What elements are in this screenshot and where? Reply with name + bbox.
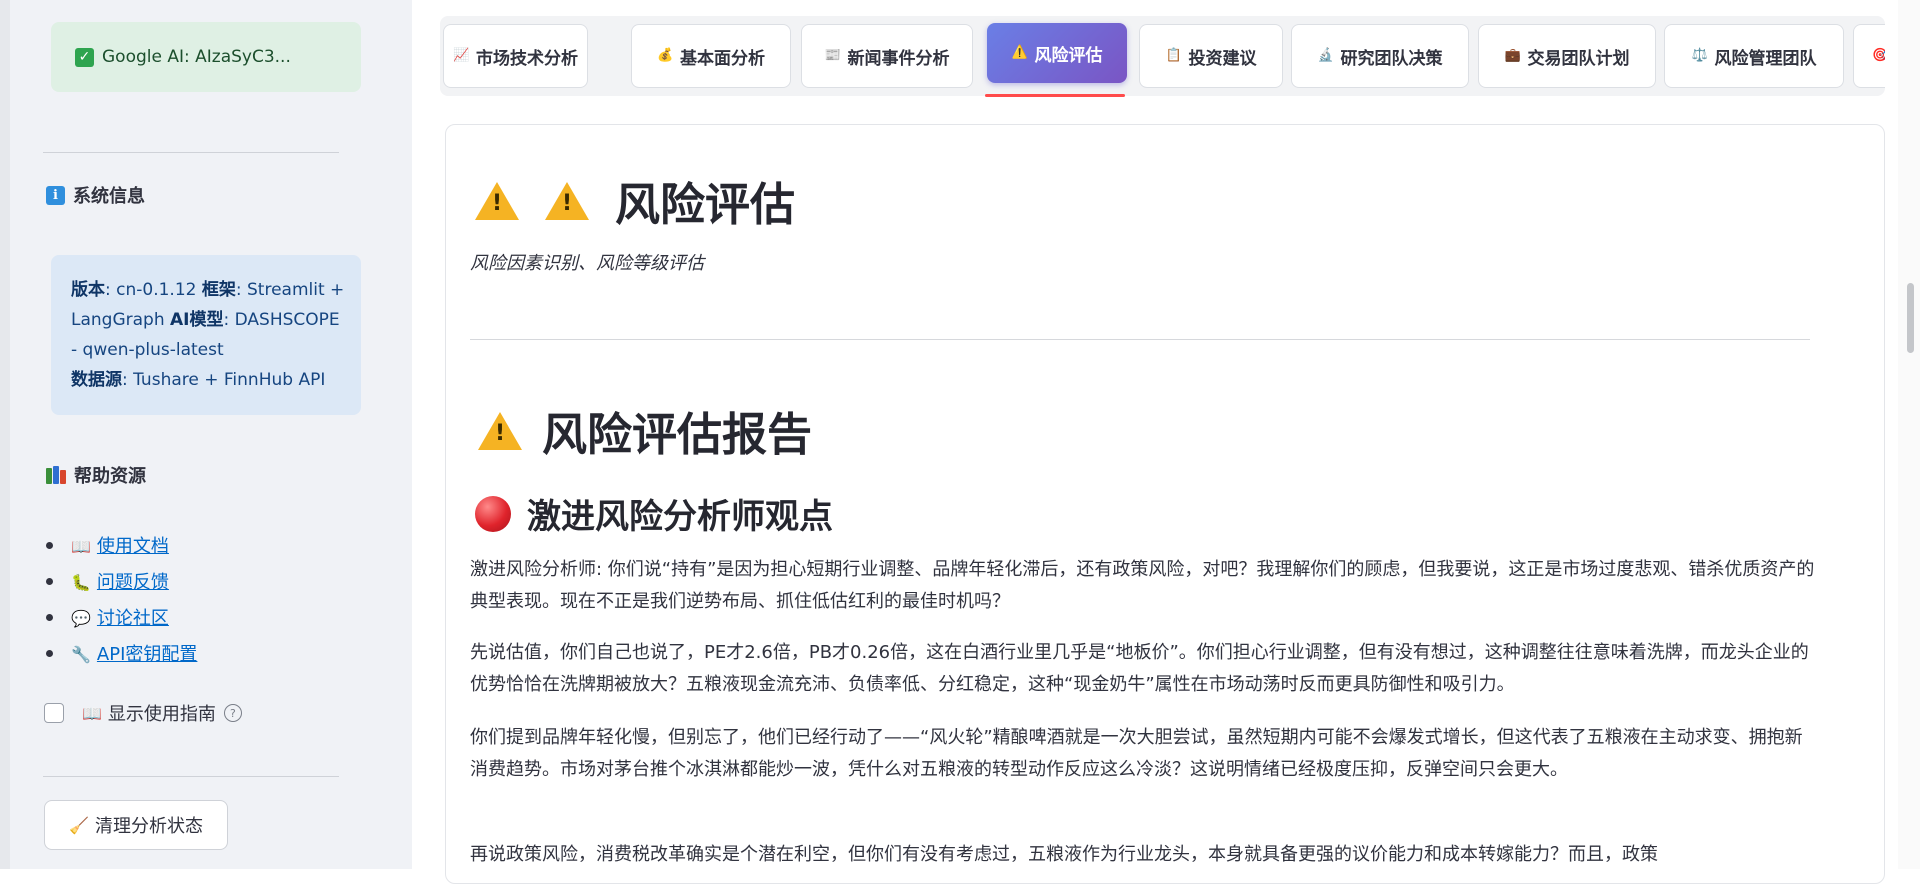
help-link-feedback[interactable]: 🐛 问题反馈 bbox=[71, 568, 169, 594]
version-value: : cn-0.1.12 bbox=[105, 280, 202, 300]
warning-icon bbox=[475, 181, 519, 220]
page-subtitle: 风险因素识别、风险等级评估 bbox=[470, 253, 704, 274]
bullet bbox=[46, 577, 53, 585]
show-guide-checkbox[interactable] bbox=[44, 703, 64, 723]
sidebar: ✓ Google AI: AIzaSyC3... i 系统信息 版本: cn-0… bbox=[0, 0, 412, 869]
scales-icon: ⚖️ bbox=[1691, 48, 1708, 63]
books-icon bbox=[46, 466, 66, 484]
tab-label: 市场技术分析 bbox=[476, 48, 578, 69]
chart-up-icon: 📈 bbox=[453, 48, 470, 63]
report-title: 风险评估报告 bbox=[478, 398, 812, 463]
question-mark-icon[interactable]: ? bbox=[223, 704, 242, 722]
ai-model-label: AI模型 bbox=[170, 310, 224, 330]
system-info-box: 版本: cn-0.1.12 框架: Streamlit + LangGraph … bbox=[51, 255, 361, 415]
tab-label: 新闻事件分析 bbox=[847, 48, 950, 69]
warning-icon bbox=[545, 181, 589, 220]
scrollbar-track[interactable] bbox=[1898, 0, 1920, 869]
section-title-text: 激进风险分析师观点 bbox=[527, 497, 833, 537]
tab-label: 投资建议 bbox=[1188, 48, 1257, 69]
show-guide-label[interactable]: 显示使用指南 bbox=[108, 700, 216, 726]
version-label: 版本 bbox=[71, 280, 105, 300]
report-title-text: 风险评估报告 bbox=[542, 408, 813, 461]
section-title: 激进风险分析师观点 bbox=[475, 489, 833, 538]
bug-icon: 🐛 bbox=[71, 573, 91, 592]
broom-icon: 🧹 bbox=[69, 815, 89, 835]
info-icon: i bbox=[46, 185, 65, 205]
bullet bbox=[46, 541, 53, 549]
tab-label: 交易团队计划 bbox=[1527, 48, 1630, 69]
content-divider bbox=[470, 339, 1810, 340]
help-link-api-config-label: API密钥配置 bbox=[96, 644, 198, 665]
help-link-community-label: 讨论社区 bbox=[96, 608, 169, 629]
page-title: 风险评估 bbox=[475, 168, 795, 233]
page-title-text: 风险评估 bbox=[615, 178, 796, 231]
help-link-docs[interactable]: 📖 使用文档 bbox=[71, 532, 169, 558]
help-link-docs-label: 使用文档 bbox=[96, 536, 169, 557]
tab-research-team-decision[interactable]: 🔬 研究团队决策 bbox=[1291, 24, 1469, 88]
active-tab-indicator bbox=[985, 94, 1125, 97]
tab-label: 风险管理团队 bbox=[1714, 48, 1817, 69]
tab-trading-team-plan[interactable]: 💼 交易团队计划 bbox=[1478, 24, 1656, 88]
microscope-icon: 🔬 bbox=[1317, 48, 1334, 63]
tab-risk-management-team[interactable]: ⚖️ 风险管理团队 bbox=[1664, 24, 1844, 88]
tab-news-events[interactable]: 📰 新闻事件分析 bbox=[801, 24, 973, 88]
target-icon: 🎯 bbox=[1872, 48, 1885, 63]
framework-label: 框架 bbox=[201, 280, 236, 300]
briefcase-icon: 💼 bbox=[1504, 48, 1521, 63]
datasource-value: : Tushare + FinnHub API bbox=[122, 370, 326, 390]
bullet bbox=[46, 613, 53, 621]
report-paragraph: 激进风险分析师: 你们说“持有”是因为担心短期行业调整、品牌年轻化滞后，还有政策… bbox=[470, 559, 1815, 612]
tab-market-technical[interactable]: 📈 市场技术分析 bbox=[443, 24, 588, 88]
clear-analysis-button[interactable]: 🧹 清理分析状态 bbox=[44, 800, 228, 850]
system-info-heading: i 系统信息 bbox=[46, 182, 145, 208]
warning-icon: ⚠️ bbox=[1011, 45, 1028, 60]
google-ai-status-text: Google AI: AIzaSyC3... bbox=[102, 47, 291, 67]
help-resources-heading: 帮助资源 bbox=[46, 462, 146, 488]
help-links-list: 📖 使用文档 🐛 问题反馈 💬 讨论社区 🔧 API密钥配置 bbox=[46, 527, 197, 671]
list-item: 🐛 问题反馈 bbox=[46, 563, 197, 599]
tab-label: 研究团队决策 bbox=[1340, 48, 1443, 69]
list-item: 🔧 API密钥配置 bbox=[46, 635, 197, 671]
tab-fundamental[interactable]: 💰 基本面分析 bbox=[631, 24, 791, 88]
check-icon: ✓ bbox=[75, 47, 94, 67]
book-icon: 📖 bbox=[82, 703, 102, 723]
clear-analysis-button-label: 清理分析状态 bbox=[94, 816, 203, 837]
help-link-api-config[interactable]: 🔧 API密钥配置 bbox=[71, 640, 197, 666]
tab-investment-advice[interactable]: 📋 投资建议 bbox=[1139, 24, 1283, 88]
speech-bubble-icon: 💬 bbox=[71, 609, 91, 628]
report-paragraph: 先说估值，你们自己也说了，PE才2.6倍，PB才0.26倍，这在白酒行业里几乎是… bbox=[470, 642, 1809, 695]
book-icon: 📖 bbox=[71, 537, 91, 556]
report-paragraph: 再说政策风险，消费税改革确实是个潜在利空，但你们有没有考虑过，五粮液作为行业龙头… bbox=[470, 844, 1658, 865]
show-guide-row: 📖 显示使用指南 ? bbox=[44, 700, 242, 726]
red-circle-icon bbox=[475, 495, 511, 532]
help-link-community[interactable]: 💬 讨论社区 bbox=[71, 604, 169, 630]
warning-icon bbox=[478, 411, 522, 450]
tab-label: 风险评估 bbox=[1034, 45, 1103, 66]
sidebar-edge bbox=[0, 0, 10, 869]
system-info-heading-label: 系统信息 bbox=[73, 186, 145, 207]
scrollbar-thumb[interactable] bbox=[1907, 283, 1914, 353]
sidebar-divider bbox=[43, 152, 339, 153]
google-ai-status-box: ✓ Google AI: AIzaSyC3... bbox=[51, 22, 361, 92]
money-bag-icon: 💰 bbox=[657, 48, 674, 63]
list-item: 📖 使用文档 bbox=[46, 527, 197, 563]
bullet bbox=[46, 649, 53, 657]
datasource-label: 数据源 bbox=[71, 370, 122, 390]
list-item: 💬 讨论社区 bbox=[46, 599, 197, 635]
newspaper-icon: 📰 bbox=[824, 48, 841, 63]
tab-risk-assessment[interactable]: ⚠️ 风险评估 bbox=[987, 23, 1127, 83]
analysis-tab-bar: 📈 市场技术分析 💰 基本面分析 📰 新闻事件分析 ⚠️ 风险评估 📋 投资建议 🔬 研究团… bbox=[440, 16, 1885, 96]
sidebar-divider bbox=[43, 776, 339, 777]
clipboard-icon: 📋 bbox=[1165, 48, 1182, 63]
tab-label: 基本面分析 bbox=[680, 48, 765, 69]
help-resources-heading-label: 帮助资源 bbox=[74, 466, 146, 487]
tab-overflow[interactable]: 🎯 bbox=[1853, 24, 1885, 88]
wrench-icon: 🔧 bbox=[71, 645, 91, 664]
report-paragraph: 你们提到品牌年轻化慢，但别忘了，他们已经行动了——“风火轮”精酿啤酒就是一次大胆… bbox=[470, 727, 1803, 780]
help-link-feedback-label: 问题反馈 bbox=[96, 572, 169, 593]
